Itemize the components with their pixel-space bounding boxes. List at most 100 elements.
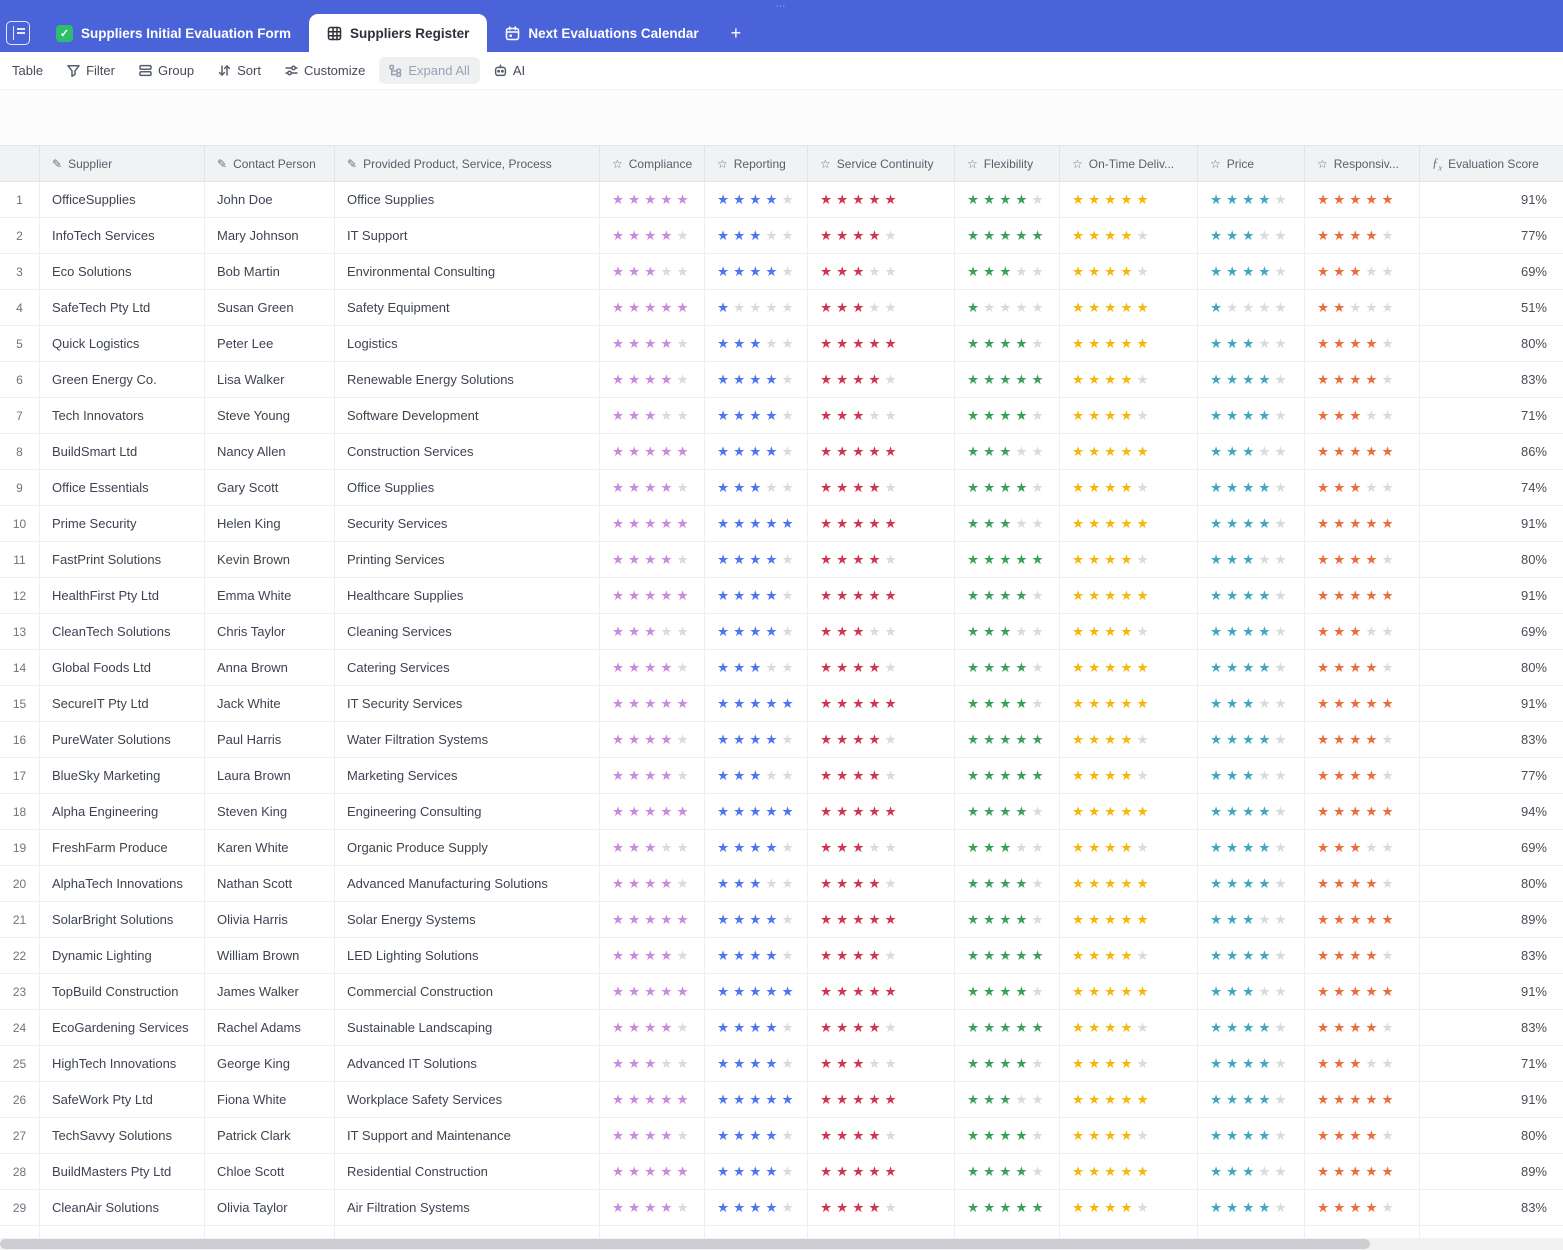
price-rating-cell[interactable]: ★★★★★ <box>1198 1082 1305 1117</box>
on_time-rating-cell[interactable]: ★★★★★ <box>1060 542 1198 577</box>
flexibility-rating-cell[interactable]: ★★★★★ <box>955 254 1060 289</box>
reporting-rating-cell[interactable]: ★★★★★ <box>705 614 808 649</box>
supplier-cell[interactable]: HealthFirst Pty Ltd <box>40 578 205 613</box>
flexibility-rating-cell[interactable]: ★★★★★ <box>955 290 1060 325</box>
product-service-cell[interactable]: Logistics <box>335 326 600 361</box>
price-rating-cell[interactable]: ★★★★★ <box>1198 1046 1305 1081</box>
reporting-rating-cell[interactable]: ★★★★★ <box>705 218 808 253</box>
contact-person-cell[interactable]: Steven King <box>205 794 335 829</box>
responsiveness-rating-cell[interactable]: ★★★★★ <box>1305 1010 1420 1045</box>
compliance-rating-cell[interactable]: ★★★★★ <box>600 398 705 433</box>
product-service-cell[interactable]: Office Supplies <box>335 470 600 505</box>
toolbar-item-customize[interactable]: Customize <box>275 57 375 84</box>
flexibility-rating-cell[interactable]: ★★★★★ <box>955 398 1060 433</box>
row-number-cell[interactable]: 3 <box>0 254 40 289</box>
responsiveness-rating-cell[interactable]: ★★★★★ <box>1305 758 1420 793</box>
supplier-cell[interactable]: SecureIT Pty Ltd <box>40 686 205 721</box>
service_continuity-rating-cell[interactable]: ★★★★★ <box>808 1118 955 1153</box>
responsiveness-rating-cell[interactable]: ★★★★★ <box>1305 290 1420 325</box>
contact-person-cell[interactable]: Lisa Walker <box>205 362 335 397</box>
price-rating-cell[interactable]: ★★★★★ <box>1198 722 1305 757</box>
on_time-rating-cell[interactable]: ★★★★★ <box>1060 1082 1198 1117</box>
evaluation-score-cell[interactable]: 69% <box>1420 614 1563 649</box>
reporting-rating-cell[interactable]: ★★★★★ <box>705 1082 808 1117</box>
service_continuity-rating-cell[interactable]: ★★★★★ <box>808 758 955 793</box>
product-service-cell[interactable]: IT Support and Maintenance <box>335 1118 600 1153</box>
supplier-cell[interactable]: SafeWork Pty Ltd <box>40 1082 205 1117</box>
product-service-cell[interactable]: Engineering Consulting <box>335 794 600 829</box>
supplier-cell[interactable]: TopBuild Construction <box>40 974 205 1009</box>
product-service-cell[interactable]: IT Support <box>335 218 600 253</box>
on_time-rating-cell[interactable]: ★★★★★ <box>1060 434 1198 469</box>
flexibility-rating-cell[interactable]: ★★★★★ <box>955 542 1060 577</box>
compliance-rating-cell[interactable]: ★★★★★ <box>600 218 705 253</box>
price-rating-cell[interactable]: ★★★★★ <box>1198 650 1305 685</box>
reporting-rating-cell[interactable]: ★★★★★ <box>705 974 808 1009</box>
contact-person-cell[interactable]: Jack White <box>205 686 335 721</box>
on_time-rating-cell[interactable]: ★★★★★ <box>1060 326 1198 361</box>
service_continuity-rating-cell[interactable]: ★★★★★ <box>808 542 955 577</box>
reporting-rating-cell[interactable]: ★★★★★ <box>705 722 808 757</box>
supplier-cell[interactable]: Green Energy Co. <box>40 362 205 397</box>
reporting-rating-cell[interactable]: ★★★★★ <box>705 794 808 829</box>
flexibility-rating-cell[interactable]: ★★★★★ <box>955 1190 1060 1225</box>
responsiveness-rating-cell[interactable]: ★★★★★ <box>1305 470 1420 505</box>
responsiveness-rating-cell[interactable]: ★★★★★ <box>1305 1118 1420 1153</box>
responsiveness-rating-cell[interactable]: ★★★★★ <box>1305 218 1420 253</box>
service_continuity-rating-cell[interactable]: ★★★★★ <box>808 506 955 541</box>
contact-person-cell[interactable]: Laura Brown <box>205 758 335 793</box>
row-number-cell[interactable]: 2 <box>0 218 40 253</box>
on_time-rating-cell[interactable]: ★★★★★ <box>1060 1154 1198 1189</box>
product-service-cell[interactable]: Software Development <box>335 398 600 433</box>
reporting-rating-cell[interactable]: ★★★★★ <box>705 758 808 793</box>
price-rating-cell[interactable]: ★★★★★ <box>1198 290 1305 325</box>
product-service-cell[interactable]: IT Security Services <box>335 686 600 721</box>
responsiveness-rating-cell[interactable]: ★★★★★ <box>1305 362 1420 397</box>
compliance-rating-cell[interactable]: ★★★★★ <box>600 830 705 865</box>
compliance-rating-cell[interactable]: ★★★★★ <box>600 578 705 613</box>
reporting-rating-cell[interactable]: ★★★★★ <box>705 434 808 469</box>
flexibility-rating-cell[interactable]: ★★★★★ <box>955 1082 1060 1117</box>
reporting-rating-cell[interactable]: ★★★★★ <box>705 938 808 973</box>
price-rating-cell[interactable]: ★★★★★ <box>1198 758 1305 793</box>
evaluation-score-cell[interactable]: 80% <box>1420 326 1563 361</box>
reporting-rating-cell[interactable]: ★★★★★ <box>705 1010 808 1045</box>
product-service-cell[interactable]: Residential Construction <box>335 1154 600 1189</box>
column-header-score[interactable]: ƒxEvaluation Score <box>1420 146 1563 181</box>
price-rating-cell[interactable]: ★★★★★ <box>1198 938 1305 973</box>
on_time-rating-cell[interactable]: ★★★★★ <box>1060 1118 1198 1153</box>
compliance-rating-cell[interactable]: ★★★★★ <box>600 326 705 361</box>
supplier-cell[interactable]: AlphaTech Innovations <box>40 866 205 901</box>
on_time-rating-cell[interactable]: ★★★★★ <box>1060 470 1198 505</box>
row-number-cell[interactable]: 22 <box>0 938 40 973</box>
evaluation-score-cell[interactable]: 71% <box>1420 1046 1563 1081</box>
supplier-cell[interactable]: Prime Security <box>40 506 205 541</box>
on_time-rating-cell[interactable]: ★★★★★ <box>1060 794 1198 829</box>
evaluation-score-cell[interactable]: 83% <box>1420 1010 1563 1045</box>
compliance-rating-cell[interactable]: ★★★★★ <box>600 1190 705 1225</box>
contact-person-cell[interactable]: Bob Martin <box>205 254 335 289</box>
compliance-rating-cell[interactable]: ★★★★★ <box>600 290 705 325</box>
compliance-rating-cell[interactable]: ★★★★★ <box>600 1154 705 1189</box>
compliance-rating-cell[interactable]: ★★★★★ <box>600 1010 705 1045</box>
supplier-cell[interactable]: Quick Logistics <box>40 326 205 361</box>
row-number-cell[interactable]: 11 <box>0 542 40 577</box>
responsiveness-rating-cell[interactable]: ★★★★★ <box>1305 578 1420 613</box>
compliance-rating-cell[interactable]: ★★★★★ <box>600 254 705 289</box>
product-service-cell[interactable]: Workplace Safety Services <box>335 1082 600 1117</box>
price-rating-cell[interactable]: ★★★★★ <box>1198 686 1305 721</box>
contact-person-cell[interactable]: Gary Scott <box>205 470 335 505</box>
service_continuity-rating-cell[interactable]: ★★★★★ <box>808 974 955 1009</box>
responsiveness-rating-cell[interactable]: ★★★★★ <box>1305 1046 1420 1081</box>
evaluation-score-cell[interactable]: 89% <box>1420 902 1563 937</box>
contact-person-cell[interactable]: Kevin Brown <box>205 542 335 577</box>
evaluation-score-cell[interactable]: 80% <box>1420 650 1563 685</box>
contact-person-cell[interactable]: Susan Green <box>205 290 335 325</box>
reporting-rating-cell[interactable]: ★★★★★ <box>705 326 808 361</box>
reporting-rating-cell[interactable]: ★★★★★ <box>705 1190 808 1225</box>
row-number-cell[interactable]: 25 <box>0 1046 40 1081</box>
contact-person-cell[interactable]: Paul Harris <box>205 722 335 757</box>
flexibility-rating-cell[interactable]: ★★★★★ <box>955 434 1060 469</box>
column-header-reporting[interactable]: ☆Reporting <box>705 146 808 181</box>
product-service-cell[interactable]: Organic Produce Supply <box>335 830 600 865</box>
